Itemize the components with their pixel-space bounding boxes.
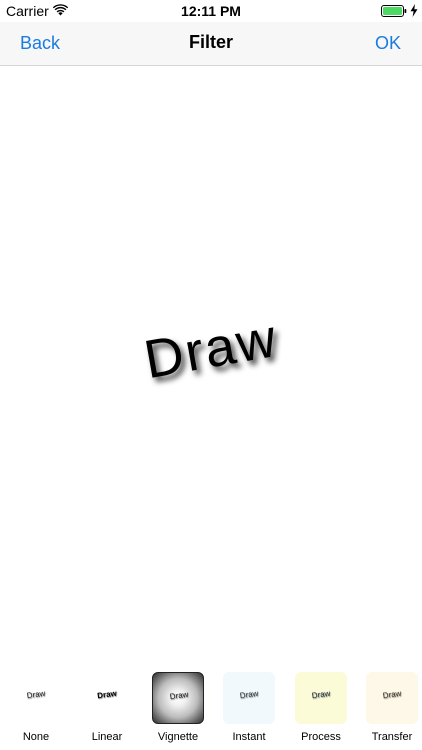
filter-label: Vignette xyxy=(157,731,199,743)
filter-item-instant[interactable]: Draw Instant xyxy=(223,672,275,750)
preview-text: Draw xyxy=(139,307,283,391)
status-bar: Carrier 12:11 PM xyxy=(0,0,422,22)
filter-thumbnail-text: Draw xyxy=(382,688,402,701)
navigation-bar: Back Filter OK xyxy=(0,22,422,66)
filter-item-vignette[interactable]: Draw Vignette xyxy=(152,672,204,750)
filter-label: Process xyxy=(301,731,341,743)
filter-thumbnail-text: Draw xyxy=(169,689,189,702)
filter-strip: Draw None Draw Linear Draw Vignette Draw… xyxy=(0,666,422,750)
screen: Carrier 12:11 PM Back Filter OK Draw Dra… xyxy=(0,0,422,750)
filter-label: Transfer xyxy=(371,731,413,743)
filter-thumbnail-text: Draw xyxy=(26,688,46,701)
filter-item-transfer[interactable]: Draw Transfer xyxy=(366,672,418,750)
status-time: 12:11 PM xyxy=(181,3,241,19)
battery-icon xyxy=(381,5,407,17)
filter-thumbnail: Draw xyxy=(366,672,418,724)
filter-thumbnail: Draw xyxy=(152,672,204,724)
drawing-preview: Draw xyxy=(0,66,422,666)
filter-thumbnail: Draw xyxy=(295,672,347,724)
charging-bolt-icon xyxy=(410,4,418,17)
filter-item-none[interactable]: Draw None xyxy=(10,672,62,750)
filter-thumbnail: Draw xyxy=(223,672,275,724)
filter-label: None xyxy=(22,731,50,743)
filter-label: Linear xyxy=(91,731,123,743)
page-title: Filter xyxy=(188,32,233,52)
filter-thumbnail-text: Draw xyxy=(239,688,259,701)
filter-item-process[interactable]: Draw Process xyxy=(295,672,347,750)
filter-thumbnail-text: Draw xyxy=(311,688,331,701)
filter-thumbnail: Draw xyxy=(81,672,133,724)
filter-thumbnail-text: Draw xyxy=(96,688,118,701)
filter-label: Instant xyxy=(232,731,266,743)
ok-button[interactable]: OK xyxy=(375,33,401,54)
filter-thumbnail: Draw xyxy=(10,672,62,724)
filter-item-linear[interactable]: Draw Linear xyxy=(81,672,133,750)
